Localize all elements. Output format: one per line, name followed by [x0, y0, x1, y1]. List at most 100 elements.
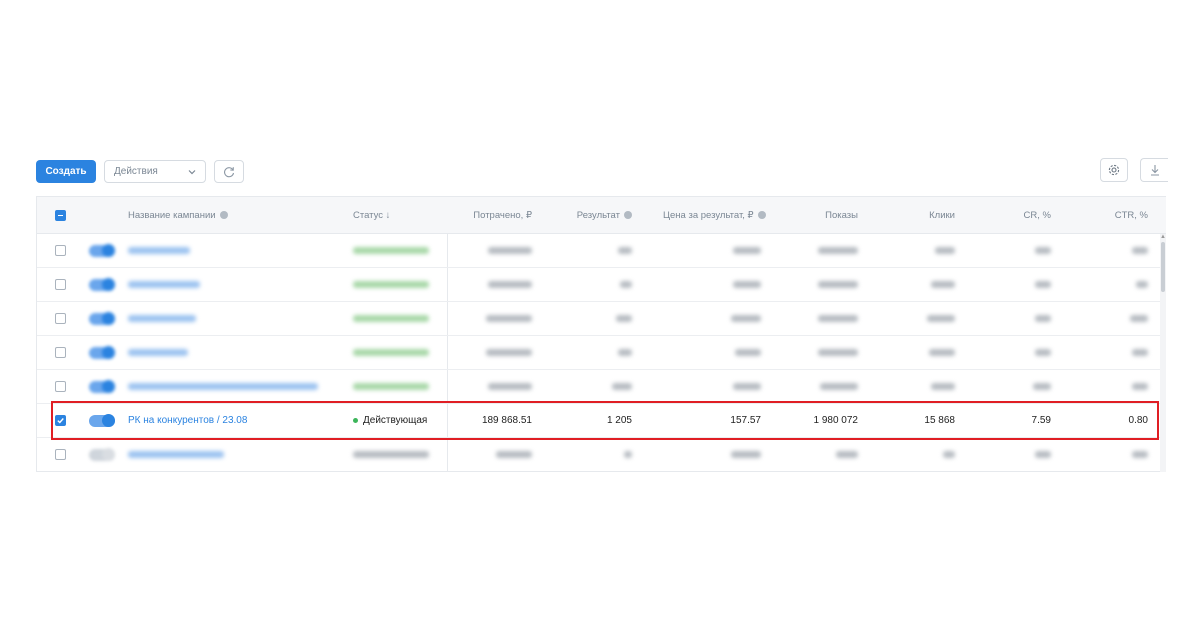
header-spent-label: Потрачено, ₽: [473, 209, 532, 221]
redacted-status: [353, 281, 429, 288]
table-row[interactable]: [37, 438, 1166, 471]
redacted-value: [486, 315, 532, 322]
select-all-checkbox[interactable]: [55, 209, 66, 221]
row-checkbox[interactable]: [55, 313, 66, 324]
header-status[interactable]: Статус ↓: [353, 197, 390, 233]
table-row[interactable]: [37, 268, 1166, 302]
campaign-toggle[interactable]: [89, 243, 115, 257]
redacted-value: [927, 315, 955, 322]
header-impressions[interactable]: Показы: [777, 197, 858, 233]
header-clicks-label: Клики: [929, 209, 955, 221]
redacted-value: [488, 247, 532, 254]
redacted-name: [128, 315, 196, 322]
redacted-value: [616, 315, 632, 322]
campaign-toggle[interactable]: [89, 447, 115, 461]
row-checkbox[interactable]: [55, 279, 66, 290]
redacted-value: [620, 281, 632, 288]
redacted-value: [1035, 451, 1051, 458]
scroll-up-icon[interactable]: ▲: [1160, 234, 1166, 240]
actions-dropdown[interactable]: Действия: [104, 160, 206, 183]
redacted-value: [929, 349, 955, 356]
row-checkbox[interactable]: [55, 381, 66, 392]
refresh-button[interactable]: [214, 160, 244, 183]
redacted-value: [1136, 281, 1148, 288]
redacted-value: [486, 349, 532, 356]
header-impressions-label: Показы: [825, 209, 858, 221]
download-button[interactable]: [1140, 158, 1168, 182]
actions-dropdown-label: Действия: [114, 166, 158, 177]
table-row[interactable]: [37, 336, 1166, 370]
redacted-value: [488, 281, 532, 288]
scrollbar-thumb[interactable]: [1161, 242, 1165, 292]
redacted-value: [1132, 349, 1148, 356]
redacted-name: [128, 247, 190, 254]
header-result[interactable]: Результат: [557, 197, 632, 233]
redacted-value: [818, 349, 858, 356]
redacted-value: [733, 281, 761, 288]
redacted-name: [128, 281, 200, 288]
header-cr[interactable]: CR, %: [987, 197, 1051, 233]
redacted-status: [353, 451, 429, 458]
campaign-toggle[interactable]: [89, 379, 115, 393]
table-scrollbar[interactable]: ▲: [1160, 234, 1166, 472]
header-ctr-label: CTR, %: [1114, 209, 1148, 221]
redacted-value: [731, 315, 761, 322]
campaign-toggle[interactable]: [89, 277, 115, 291]
campaign-toggle[interactable]: [89, 311, 115, 325]
settings-button[interactable]: [1100, 158, 1128, 182]
redacted-status: [353, 247, 429, 254]
campaign-toggle[interactable]: [89, 345, 115, 359]
header-name[interactable]: Название кампании: [128, 197, 228, 233]
table-row[interactable]: [37, 234, 1166, 268]
redacted-name: [128, 349, 188, 356]
help-icon[interactable]: [624, 211, 632, 219]
header-cost-per-result-label: Цена за результат, ₽: [663, 209, 754, 221]
redacted-status: [353, 349, 429, 356]
redacted-value: [820, 383, 858, 390]
redacted-value: [733, 383, 761, 390]
header-cr-label: CR, %: [1023, 209, 1051, 221]
redacted-value: [935, 247, 955, 254]
redacted-name: [128, 451, 224, 458]
redacted-value: [1132, 383, 1148, 390]
redacted-value: [818, 315, 858, 322]
redacted-value: [733, 247, 761, 254]
header-spent[interactable]: Потрачено, ₽: [447, 197, 532, 233]
redacted-value: [1130, 315, 1148, 322]
chevron-down-icon: [188, 170, 196, 175]
redacted-value: [1035, 281, 1051, 288]
redacted-value: [943, 451, 955, 458]
highlight-frame: [51, 401, 1159, 440]
redacted-value: [624, 451, 632, 458]
row-checkbox[interactable]: [55, 245, 66, 256]
refresh-icon: [224, 166, 235, 177]
redacted-value: [931, 383, 955, 390]
redacted-value: [731, 451, 761, 458]
redacted-value: [836, 451, 858, 458]
redacted-value: [488, 383, 532, 390]
redacted-value: [931, 281, 955, 288]
header-ctr[interactable]: CTR, %: [1077, 197, 1148, 233]
table-row[interactable]: [37, 370, 1166, 404]
select-all-checkbox-cell: [55, 197, 66, 233]
redacted-value: [818, 281, 858, 288]
help-icon[interactable]: [757, 211, 766, 219]
header-result-label: Результат: [576, 209, 620, 221]
redacted-value: [1033, 383, 1051, 390]
gear-icon: [1108, 164, 1120, 176]
redacted-value: [735, 349, 761, 356]
header-cost-per-result[interactable]: Цена за результат, ₽: [663, 197, 766, 233]
help-icon[interactable]: [219, 211, 228, 219]
redacted-value: [1132, 451, 1148, 458]
redacted-value: [1035, 315, 1051, 322]
table-header: Название кампании Статус ↓ Потрачено, ₽ …: [37, 197, 1166, 234]
header-status-label: Статус ↓: [353, 209, 391, 221]
redacted-status: [353, 315, 429, 322]
row-checkbox[interactable]: [55, 347, 66, 358]
redacted-status: [353, 383, 429, 390]
row-checkbox[interactable]: [55, 449, 66, 460]
download-icon: [1150, 165, 1159, 176]
header-clicks[interactable]: Клики: [887, 197, 955, 233]
table-row[interactable]: [37, 302, 1166, 336]
create-button[interactable]: Создать: [36, 160, 96, 183]
